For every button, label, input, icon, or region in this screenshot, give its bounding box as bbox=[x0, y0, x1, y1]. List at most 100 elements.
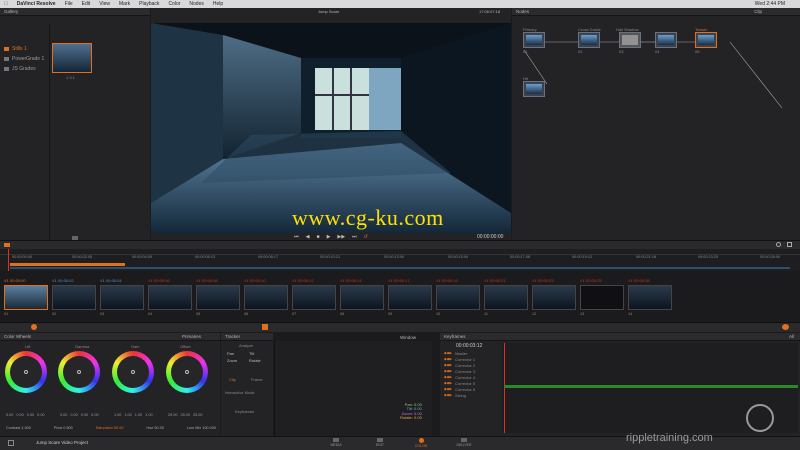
menu-playback[interactable]: Playback bbox=[139, 1, 159, 7]
kf-row-label: Master bbox=[455, 350, 468, 356]
keyframe-tool-icon[interactable] bbox=[782, 324, 789, 330]
gamma-value[interactable]: 0.00 bbox=[81, 413, 88, 417]
menu-view[interactable]: View bbox=[99, 1, 110, 7]
gain-value[interactable]: 1.00 bbox=[135, 413, 142, 417]
still-album-item[interactable]: PowerGrade 1 bbox=[4, 54, 48, 64]
gain-value[interactable]: 1.00 bbox=[124, 413, 131, 417]
color-wheel-tool-icon[interactable] bbox=[31, 324, 37, 330]
clip-number: 06 bbox=[244, 312, 249, 316]
gain-value[interactable]: 1.00 bbox=[145, 413, 152, 417]
node-hall-shadow[interactable] bbox=[619, 32, 641, 48]
tracker-tool-icon[interactable] bbox=[262, 324, 268, 330]
page-media-label: MEDIA bbox=[330, 443, 342, 447]
clip-thumbnail[interactable] bbox=[244, 285, 288, 310]
lift-value[interactable]: 0.00 bbox=[6, 413, 13, 417]
keyframes-playhead[interactable] bbox=[504, 343, 505, 433]
offset-value[interactable]: 25.00 bbox=[181, 413, 191, 417]
tracker-analyze[interactable]: Analyze bbox=[239, 343, 253, 348]
gamma-value[interactable]: 0.00 bbox=[91, 413, 98, 417]
node-cross-grade[interactable] bbox=[578, 32, 600, 48]
clip-code: V1 00:00:23 bbox=[532, 278, 554, 283]
timeline-playhead[interactable] bbox=[8, 249, 9, 271]
tracker-pan[interactable]: Pan bbox=[227, 351, 249, 356]
gain-wheel[interactable] bbox=[112, 351, 154, 393]
lift-wheel[interactable] bbox=[5, 351, 47, 393]
menu-nodes[interactable]: Nodes bbox=[189, 1, 203, 7]
clip-thumbnail[interactable] bbox=[340, 285, 384, 310]
page-media-tab[interactable]: MEDIA bbox=[328, 438, 344, 447]
lum-mix-value[interactable]: Lum Mix 100.000 bbox=[187, 426, 216, 430]
tracker-graph[interactable] bbox=[274, 341, 432, 436]
tracker-title: Tracker bbox=[225, 334, 241, 339]
apple-icon[interactable]:  bbox=[4, 1, 8, 7]
menu-file[interactable]: File bbox=[65, 1, 73, 7]
home-icon[interactable] bbox=[8, 440, 14, 446]
gamma-value[interactable]: 0.00 bbox=[60, 413, 67, 417]
menu-help[interactable]: Help bbox=[213, 1, 223, 7]
lift-value[interactable]: 0.00 bbox=[27, 413, 34, 417]
tracker-clip-tab[interactable]: Clip bbox=[229, 377, 236, 382]
offset-value[interactable]: 25.00 bbox=[168, 413, 178, 417]
menu-app-name[interactable]: DaVinci Resolve bbox=[17, 1, 56, 7]
tracker-interactive-mode[interactable]: Interactive Mode bbox=[225, 390, 255, 395]
node-number: 01 bbox=[523, 49, 528, 54]
menu-color[interactable]: Color bbox=[168, 1, 180, 7]
ruler-tc: 00:00:13:00 bbox=[384, 255, 405, 259]
clip-thumbnail[interactable] bbox=[4, 285, 48, 310]
lift-value[interactable]: 0.00 bbox=[37, 413, 44, 417]
gain-value[interactable]: 1.00 bbox=[114, 413, 121, 417]
kf-row-sizing[interactable]: Sizing bbox=[444, 392, 500, 398]
toolbar-menu-icon[interactable] bbox=[787, 242, 792, 247]
gallery-still-thumb[interactable] bbox=[52, 43, 92, 73]
lift-value[interactable]: 0.00 bbox=[16, 413, 23, 417]
page-deliver-tab[interactable]: DELIVER bbox=[455, 438, 473, 447]
gamma-wheel[interactable] bbox=[58, 351, 100, 393]
offset-value[interactable]: 25.00 bbox=[193, 413, 203, 417]
tracker-frame-tab[interactable]: Frame bbox=[251, 377, 263, 382]
tracker-tilt[interactable]: Tilt bbox=[249, 351, 271, 356]
tracker-rotate[interactable]: Rotate bbox=[249, 358, 271, 363]
offset-wheel[interactable] bbox=[166, 351, 208, 393]
tracker-zoom[interactable]: Zoom bbox=[227, 358, 249, 363]
node-primary[interactable] bbox=[523, 32, 545, 48]
clip-number: 14 bbox=[628, 312, 633, 316]
page-edit-tab[interactable]: EDIT bbox=[372, 438, 388, 447]
clip-thumbnail[interactable] bbox=[484, 285, 528, 310]
hue-value[interactable]: Hue 50.00 bbox=[146, 426, 164, 430]
still-album-item[interactable]: Stills 1 bbox=[4, 44, 48, 54]
menu-mark[interactable]: Mark bbox=[119, 1, 130, 7]
node-hit[interactable] bbox=[523, 81, 545, 97]
gallery-header: Gallery bbox=[0, 8, 150, 16]
clip-thumbnail[interactable] bbox=[196, 285, 240, 310]
clip-code: V1 00:00:08 bbox=[196, 278, 218, 283]
keyframes-mode[interactable]: All bbox=[789, 334, 794, 339]
ruler-tc: 00:00:10:21 bbox=[320, 255, 341, 259]
mini-timeline[interactable] bbox=[0, 249, 800, 271]
saturation-value[interactable]: Saturation 50.00 bbox=[96, 426, 124, 430]
clip-thumbnail[interactable] bbox=[628, 285, 672, 310]
page-deliver-label: DELIVER bbox=[456, 443, 472, 447]
page-color-tab[interactable]: COLOR bbox=[412, 438, 430, 448]
clip-thumbnail[interactable] bbox=[148, 285, 192, 310]
clip-thumbnail[interactable] bbox=[388, 285, 432, 310]
menu-edit[interactable]: Edit bbox=[82, 1, 91, 7]
clip-thumbnail[interactable] bbox=[292, 285, 336, 310]
clip-thumbnail[interactable] bbox=[580, 285, 624, 310]
color-wheels-mode[interactable]: Primaries bbox=[182, 334, 201, 339]
contrast-value[interactable]: Contrast 1.000 bbox=[6, 426, 31, 430]
toolbar-settings-icon[interactable] bbox=[776, 242, 781, 247]
toolbar-accent-icon[interactable] bbox=[4, 243, 10, 247]
clip-thumbnail[interactable] bbox=[100, 285, 144, 310]
viewer-image[interactable] bbox=[151, 23, 511, 233]
clip-thumbnail[interactable] bbox=[532, 285, 576, 310]
clip-thumbnail[interactable] bbox=[52, 285, 96, 310]
still-album-item[interactable]: JS Grades bbox=[4, 64, 48, 74]
clip-thumbnail[interactable] bbox=[436, 285, 480, 310]
node-extra[interactable] bbox=[655, 32, 677, 48]
node-teaser[interactable] bbox=[695, 32, 717, 48]
ripple-logo-icon bbox=[746, 404, 774, 432]
upper-toolbar bbox=[0, 240, 800, 249]
gamma-value[interactable]: 0.00 bbox=[70, 413, 77, 417]
gallery-still-label: 1.3.1 bbox=[66, 75, 75, 80]
pivot-value[interactable]: Pivot 0.500 bbox=[54, 426, 73, 430]
